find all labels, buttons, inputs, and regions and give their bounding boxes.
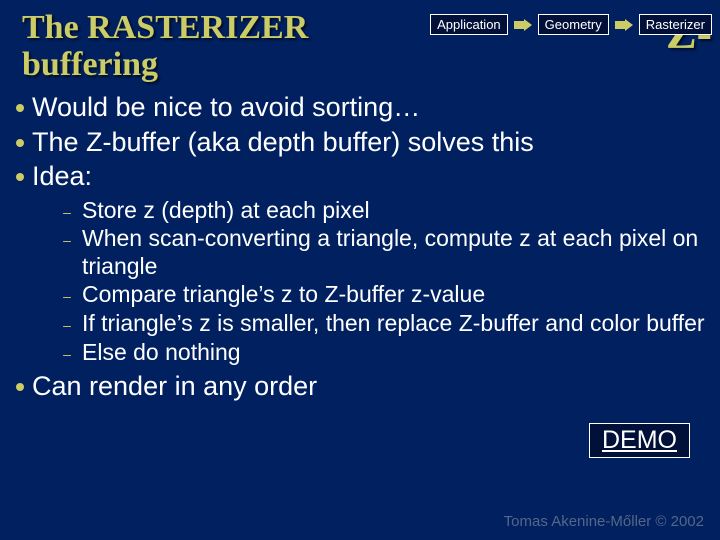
- arrow-icon: [514, 19, 532, 31]
- bullet-text: Can render in any order: [32, 370, 317, 402]
- slide-content: Would be nice to avoid sorting… The Z-bu…: [0, 83, 720, 402]
- demo-label: DEMO: [602, 426, 677, 454]
- bullet-item: The Z-buffer (aka depth buffer) solves t…: [16, 126, 706, 158]
- sub-bullet-text: When scan-converting a triangle, compute…: [82, 225, 706, 280]
- sub-bullet-text: If triangle’s z is smaller, then replace…: [82, 310, 705, 338]
- dash-icon: –: [62, 232, 72, 248]
- sub-bullet-item: – When scan-converting a triangle, compu…: [62, 225, 706, 280]
- sub-bullet-text: Store z (depth) at each pixel: [82, 197, 370, 225]
- bullet-item: Idea:: [16, 160, 706, 192]
- sub-bullet-item: – Compare triangle’s z to Z-buffer z-val…: [62, 281, 706, 309]
- title-line-2: buffering: [22, 47, 430, 84]
- dash-icon: –: [62, 346, 72, 362]
- title-block: The RASTERIZER buffering: [22, 10, 430, 83]
- bullet-item: Would be nice to avoid sorting…: [16, 91, 706, 123]
- slide-header: The RASTERIZER buffering Z- Application …: [0, 0, 720, 83]
- demo-button[interactable]: DEMO: [589, 423, 690, 458]
- arrow-icon: [615, 19, 633, 31]
- bullet-text: Would be nice to avoid sorting…: [32, 91, 420, 123]
- bullet-item: Can render in any order: [16, 370, 706, 402]
- sub-bullet-item: – Else do nothing: [62, 339, 706, 367]
- bullet-icon: [16, 383, 24, 391]
- title-line-1: The RASTERIZER: [22, 10, 430, 47]
- bullet-text: Idea:: [32, 160, 92, 192]
- bullet-text: The Z-buffer (aka depth buffer) solves t…: [32, 126, 534, 158]
- sub-bullet-item: – If triangle’s z is smaller, then repla…: [62, 310, 706, 338]
- stage-application: Application: [430, 14, 508, 35]
- stage-rasterizer: Rasterizer: [639, 14, 712, 35]
- stage-geometry: Geometry: [538, 14, 609, 35]
- sub-bullet-item: – Store z (depth) at each pixel: [62, 197, 706, 225]
- pipeline-diagram: Z- Application Geometry Rasterizer: [430, 10, 712, 35]
- bullet-icon: [16, 104, 24, 112]
- dash-icon: –: [62, 288, 72, 304]
- dash-icon: –: [62, 204, 72, 220]
- slide-footer: Tomas Akenine-Mőller © 2002: [504, 513, 704, 530]
- sub-bullet-list: – Store z (depth) at each pixel – When s…: [62, 197, 706, 367]
- bullet-icon: [16, 173, 24, 181]
- sub-bullet-text: Compare triangle’s z to Z-buffer z-value: [82, 281, 485, 309]
- dash-icon: –: [62, 317, 72, 333]
- bullet-icon: [16, 139, 24, 147]
- sub-bullet-text: Else do nothing: [82, 339, 241, 367]
